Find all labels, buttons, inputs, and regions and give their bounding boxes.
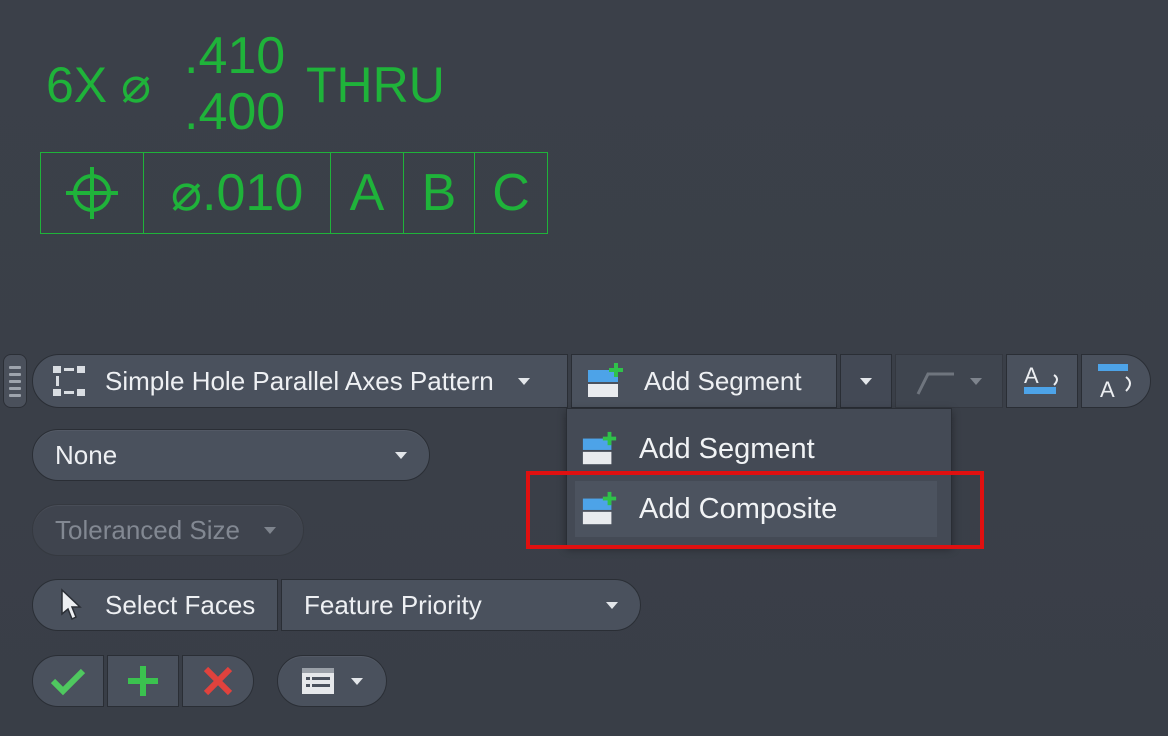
datum-c: C [492, 164, 530, 222]
pattern-icon [53, 366, 85, 396]
chevron-down-icon [395, 451, 407, 459]
cancel-button[interactable] [182, 655, 254, 707]
options-dropdown[interactable] [277, 655, 387, 707]
select-faces-label: Select Faces [105, 589, 256, 620]
svg-text:A: A [1024, 363, 1039, 388]
text-alignment-button[interactable]: A [1081, 354, 1151, 408]
chevron-down-icon [860, 377, 872, 385]
main-toolbar: Simple Hole Parallel Axes Pattern Add Se… [32, 354, 1151, 408]
ok-button[interactable] [32, 655, 104, 707]
feature-control-frame: ⌀.010 A B C [40, 152, 548, 234]
menu-item-label: Add Segment [639, 432, 815, 465]
chevron-down-icon [606, 601, 618, 609]
chevron-down-icon [351, 677, 363, 685]
tolerance-type-value: Toleranced Size [55, 514, 240, 545]
priority-dropdown[interactable]: Feature Priority [281, 579, 641, 631]
upper-limit: .410 [184, 27, 286, 85]
x-icon [203, 666, 233, 696]
text-alignment-icon: A [1098, 364, 1131, 401]
datum-b: B [404, 153, 475, 233]
add-segment-button[interactable]: Add Segment [571, 354, 837, 408]
tolerance-value: ⌀.010 [144, 153, 331, 233]
pattern-dropdown[interactable]: Simple Hole Parallel Axes Pattern [32, 354, 568, 408]
add-segment-dropdown-button[interactable] [840, 354, 892, 408]
toolbar-drag-handle[interactable] [3, 354, 27, 408]
selection-row: Select Faces Feature Priority [32, 579, 641, 631]
cursor-arrow-icon [61, 588, 82, 621]
add-segment-icon [588, 363, 623, 397]
lower-limit: .400 [184, 83, 286, 141]
tolerance-type-dropdown: Toleranced Size [32, 504, 304, 556]
chevron-down-icon [517, 377, 530, 385]
position-icon [41, 153, 144, 233]
plus-icon [128, 666, 158, 696]
text-format-icon: A [1024, 363, 1058, 394]
highlight-rectangle [526, 471, 984, 549]
hole-quantity: 6X ⌀ [46, 57, 152, 113]
checkmark-icon [50, 668, 86, 696]
add-segment-icon [582, 431, 617, 465]
chevron-down-icon [970, 377, 982, 385]
text-format-button[interactable]: A [1006, 354, 1078, 408]
apply-button[interactable] [107, 655, 179, 707]
action-buttons [32, 655, 254, 707]
add-segment-label: Add Segment [644, 365, 802, 396]
menu-item-add-segment[interactable]: Add Segment [575, 421, 937, 477]
modifier-value: None [55, 439, 118, 470]
datum-a: A [331, 153, 404, 233]
chevron-down-icon [264, 526, 276, 534]
list-options-icon [302, 668, 334, 694]
svg-text:A: A [1100, 377, 1115, 401]
hole-depth: THRU [306, 57, 445, 113]
select-faces-button[interactable]: Select Faces [32, 579, 278, 631]
pattern-label: Simple Hole Parallel Axes Pattern [105, 365, 494, 396]
modifier-dropdown[interactable]: None [32, 429, 430, 481]
leader-icon [916, 372, 954, 395]
priority-value: Feature Priority [304, 589, 482, 620]
leader-style-dropdown [895, 354, 1003, 408]
